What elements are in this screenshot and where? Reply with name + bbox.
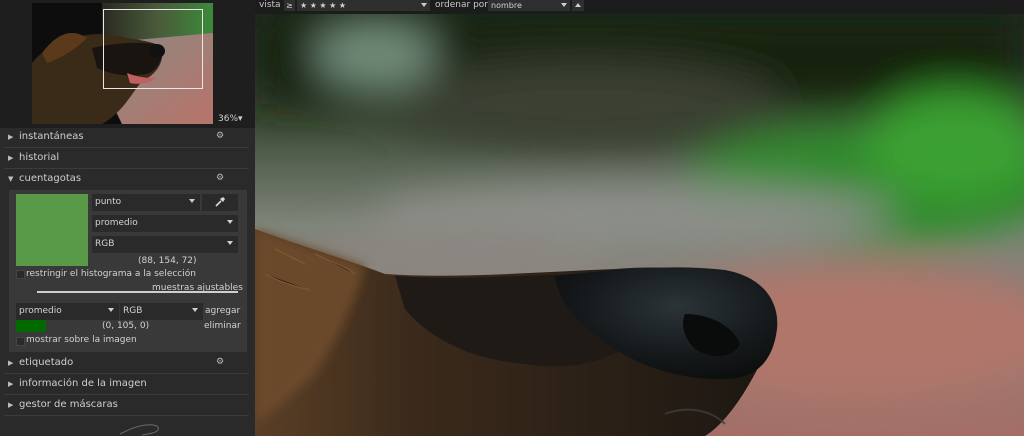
chevron-down-icon xyxy=(108,308,114,312)
restrict-histogram-checkbox[interactable] xyxy=(16,270,25,279)
app-logo-squiggle xyxy=(119,424,159,436)
section-label: cuentagotas xyxy=(19,173,82,184)
section-mask-manager[interactable]: ▶ gestor de máscaras xyxy=(4,396,249,416)
sample-statistic-select[interactable]: promedio xyxy=(16,303,119,320)
colorpicker-module: punto promedio RGB (88, 154, 72) restrin… xyxy=(9,190,247,352)
rating-stars: ★ ★ ★ ★ ★ xyxy=(300,1,347,10)
left-panel: 36%▾ ▶ instantáneas ⚙ ▶ historial ▼ cuen… xyxy=(0,0,255,436)
rating-comparator-select[interactable]: ≥ xyxy=(284,0,295,11)
sort-by-value: nombre xyxy=(491,1,522,10)
expand-arrow-icon: ▶ xyxy=(8,380,14,388)
section-label: historial xyxy=(19,152,60,163)
center-image-view[interactable] xyxy=(255,14,1024,436)
section-image-info[interactable]: ▶ información de la imagen xyxy=(4,375,249,395)
sort-by-select[interactable]: nombre xyxy=(488,0,570,11)
statistic-value: promedio xyxy=(95,218,138,228)
picked-color-swatch xyxy=(16,194,88,266)
remove-sample-button[interactable]: eliminar xyxy=(204,321,241,331)
collapse-arrow-icon: ▼ xyxy=(8,175,14,183)
sample-model-select[interactable]: RGB xyxy=(120,303,203,320)
photo-dog-nose xyxy=(255,14,1024,436)
color-picker-button[interactable] xyxy=(202,194,238,211)
color-model-select[interactable]: RGB xyxy=(92,236,238,253)
section-label: gestor de máscaras xyxy=(19,399,118,410)
sample-statistic-value: promedio xyxy=(19,306,62,316)
zoom-level[interactable]: 36%▾ xyxy=(218,114,243,124)
picker-mode-value: punto xyxy=(95,197,122,207)
section-colorpicker[interactable]: ▼ cuentagotas ⚙ xyxy=(4,170,249,190)
rating-filter-select[interactable]: ★ ★ ★ ★ ★ xyxy=(297,0,430,11)
navigation-panel: 36%▾ xyxy=(0,0,255,128)
expand-arrow-icon: ▶ xyxy=(8,359,14,367)
expand-arrow-icon: ▶ xyxy=(8,133,14,141)
picked-color-readout: (88, 154, 72) xyxy=(138,256,197,266)
chevron-down-icon xyxy=(227,220,233,224)
chevron-down-icon xyxy=(227,241,233,245)
sort-direction-button[interactable] xyxy=(572,0,584,11)
expand-arrow-icon: ▶ xyxy=(8,154,14,162)
chevron-down-icon xyxy=(189,199,195,203)
section-label: instantáneas xyxy=(19,131,84,142)
presets-icon[interactable]: ⚙ xyxy=(216,131,224,141)
add-sample-button[interactable]: agregar xyxy=(205,306,240,316)
statistic-select[interactable]: promedio xyxy=(92,215,238,232)
presets-icon[interactable]: ⚙ xyxy=(216,173,224,183)
chevron-down-icon xyxy=(561,3,567,7)
sample-color-swatch[interactable] xyxy=(16,320,46,332)
navigation-thumbnail[interactable] xyxy=(32,3,213,124)
restrict-histogram-label: restringir el histograma a la selección xyxy=(26,269,196,279)
section-tagging[interactable]: ▶ etiquetado ⚙ xyxy=(4,354,249,374)
section-history[interactable]: ▶ historial xyxy=(4,149,249,169)
filter-toolbar: vista ≥ ★ ★ ★ ★ ★ ordenar por nombre xyxy=(255,0,1024,14)
picker-mode-select[interactable]: punto xyxy=(92,194,200,211)
show-on-image-label: mostrar sobre la imagen xyxy=(26,335,137,345)
presets-icon[interactable]: ⚙ xyxy=(216,357,224,367)
visible-region-frame[interactable] xyxy=(103,9,203,89)
section-label: información de la imagen xyxy=(19,378,147,389)
view-label: vista xyxy=(259,0,281,10)
show-on-image-checkbox[interactable] xyxy=(16,337,25,346)
section-label: etiquetado xyxy=(19,357,74,368)
eyedropper-icon xyxy=(215,197,225,207)
sample-readout: (0, 105, 0) xyxy=(102,321,150,331)
section-snapshots[interactable]: ▶ instantáneas ⚙ xyxy=(4,128,249,148)
sample-model-value: RGB xyxy=(123,306,143,316)
chevron-down-icon xyxy=(421,3,427,7)
expand-arrow-icon: ▶ xyxy=(8,401,14,409)
comparator-value: ≥ xyxy=(286,1,293,10)
samples-divider xyxy=(37,291,238,293)
color-model-value: RGB xyxy=(95,239,115,249)
chevron-down-icon xyxy=(192,308,198,312)
sort-label: ordenar por xyxy=(435,0,488,10)
